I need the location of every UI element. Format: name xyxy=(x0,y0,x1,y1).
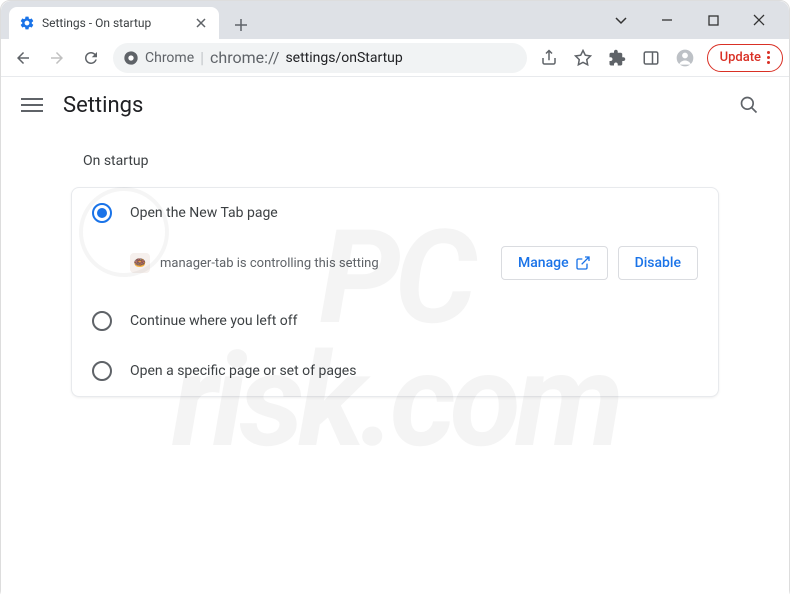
browser-tab[interactable]: Settings - On startup xyxy=(9,7,219,39)
settings-header: Settings xyxy=(1,77,789,133)
browser-toolbar: Chrome | chrome:// settings/onStartup Upd… xyxy=(1,39,789,77)
share-icon[interactable] xyxy=(533,42,565,74)
disable-button[interactable]: Disable xyxy=(618,246,698,280)
maximize-button[interactable] xyxy=(699,6,727,34)
manage-button[interactable]: Manage xyxy=(501,246,608,280)
option-specific-pages[interactable]: Open a specific page or set of pages xyxy=(72,346,718,396)
reload-button[interactable] xyxy=(75,42,107,74)
chevron-down-icon[interactable] xyxy=(607,6,635,34)
settings-body: On startup Open the New Tab page 🍩 manag… xyxy=(1,133,789,397)
page-content: Settings On startup Open the New Tab pag… xyxy=(1,77,789,601)
radio-unselected[interactable] xyxy=(92,311,112,331)
extensions-icon[interactable] xyxy=(601,42,633,74)
disable-label: Disable xyxy=(635,255,681,271)
sidepanel-icon[interactable] xyxy=(635,42,667,74)
omnibox-host: chrome:// xyxy=(210,48,279,67)
window-controls xyxy=(607,1,789,39)
extension-favicon: 🍩 xyxy=(130,253,150,273)
update-label: Update xyxy=(720,50,761,65)
chrome-logo-icon xyxy=(123,50,139,66)
omnibox-separator: | xyxy=(200,48,204,67)
option-label: Open a specific page or set of pages xyxy=(130,363,356,379)
minimize-button[interactable] xyxy=(653,6,681,34)
section-title: On startup xyxy=(71,153,719,169)
new-tab-button[interactable] xyxy=(227,11,255,39)
option-continue[interactable]: Continue where you left off xyxy=(72,296,718,346)
back-button[interactable] xyxy=(7,42,39,74)
page-title: Settings xyxy=(63,93,143,118)
tab-strip: Settings - On startup xyxy=(1,1,607,39)
option-label: Continue where you left off xyxy=(130,313,298,329)
search-icon[interactable] xyxy=(729,85,769,125)
profile-icon[interactable] xyxy=(669,42,701,74)
extension-notice-text: manager-tab is controlling this setting xyxy=(160,256,491,271)
tab-title: Settings - On startup xyxy=(42,16,186,30)
bookmark-icon[interactable] xyxy=(567,42,599,74)
update-button[interactable]: Update xyxy=(707,44,783,72)
gear-icon xyxy=(19,15,35,31)
radio-selected[interactable] xyxy=(92,203,112,223)
close-icon[interactable] xyxy=(193,15,209,31)
menu-dots-icon xyxy=(767,51,770,64)
extension-notice: 🍩 manager-tab is controlling this settin… xyxy=(72,238,718,296)
hamburger-icon[interactable] xyxy=(21,94,43,116)
omnibox-path: settings/onStartup xyxy=(285,50,402,66)
window-titlebar: Settings - On startup xyxy=(1,1,789,39)
manage-label: Manage xyxy=(518,255,569,271)
open-external-icon xyxy=(575,255,591,271)
close-window-button[interactable] xyxy=(745,6,773,34)
omnibox-label: Chrome xyxy=(145,50,194,66)
option-new-tab[interactable]: Open the New Tab page xyxy=(72,188,718,238)
radio-unselected[interactable] xyxy=(92,361,112,381)
forward-button[interactable] xyxy=(41,42,73,74)
option-label: Open the New Tab page xyxy=(130,205,278,221)
address-bar[interactable]: Chrome | chrome:// settings/onStartup xyxy=(113,43,527,73)
startup-card: Open the New Tab page 🍩 manager-tab is c… xyxy=(71,187,719,397)
